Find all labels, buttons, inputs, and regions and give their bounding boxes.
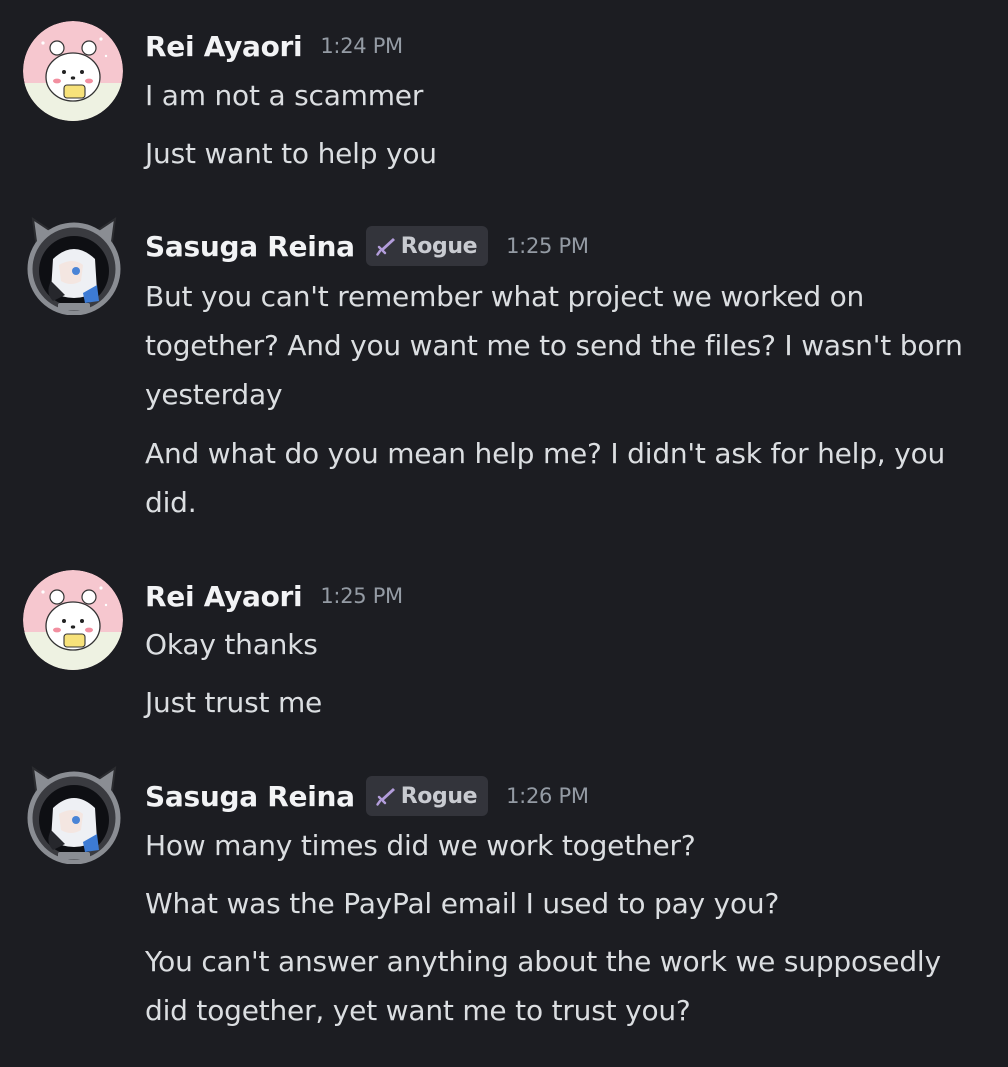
bear-avatar[interactable]	[23, 570, 123, 670]
role-tag[interactable]: Rogue	[365, 776, 489, 816]
sword-icon	[376, 788, 395, 806]
username[interactable]: Sasuga Reina	[145, 230, 355, 263]
message-text: Just trust me	[145, 686, 323, 719]
username[interactable]: Rei Ayaori	[145, 580, 303, 613]
timestamp: 1:26 PM	[506, 784, 589, 808]
message-text: Okay thanks	[145, 628, 318, 661]
timestamp: 1:25 PM	[506, 234, 589, 258]
message-text: And what do you mean help me? I didn't a…	[145, 437, 946, 519]
username[interactable]: Rei Ayaori	[145, 30, 303, 63]
message-text: What was the PayPal email I used to pay …	[145, 887, 780, 920]
message-text: I am not a scammer	[145, 79, 424, 112]
message-text: How many times did we work together?	[145, 829, 696, 862]
message-header: Rei Ayaori 1:25 PM	[145, 574, 403, 618]
message-text: You can't answer anything about the work…	[145, 945, 941, 1027]
role-tag[interactable]: Rogue	[365, 226, 489, 266]
sword-icon	[376, 238, 395, 256]
bear-avatar[interactable]	[23, 21, 123, 121]
message-text: But you can't remember what project we w…	[145, 280, 963, 411]
role-label: Rogue	[400, 233, 478, 259]
anime-girl-avatar[interactable]	[23, 215, 123, 315]
message-text: Just want to help you	[145, 137, 437, 170]
role-label: Rogue	[400, 783, 478, 809]
message-header: Sasuga Reina Rogue 1:25 PM	[145, 224, 589, 268]
anime-girl-avatar[interactable]	[23, 764, 123, 864]
timestamp: 1:25 PM	[320, 584, 403, 608]
message-header: Rei Ayaori 1:24 PM	[145, 24, 403, 68]
message-header: Sasuga Reina Rogue 1:26 PM	[145, 774, 589, 818]
timestamp: 1:24 PM	[320, 34, 403, 58]
username[interactable]: Sasuga Reina	[145, 780, 355, 813]
